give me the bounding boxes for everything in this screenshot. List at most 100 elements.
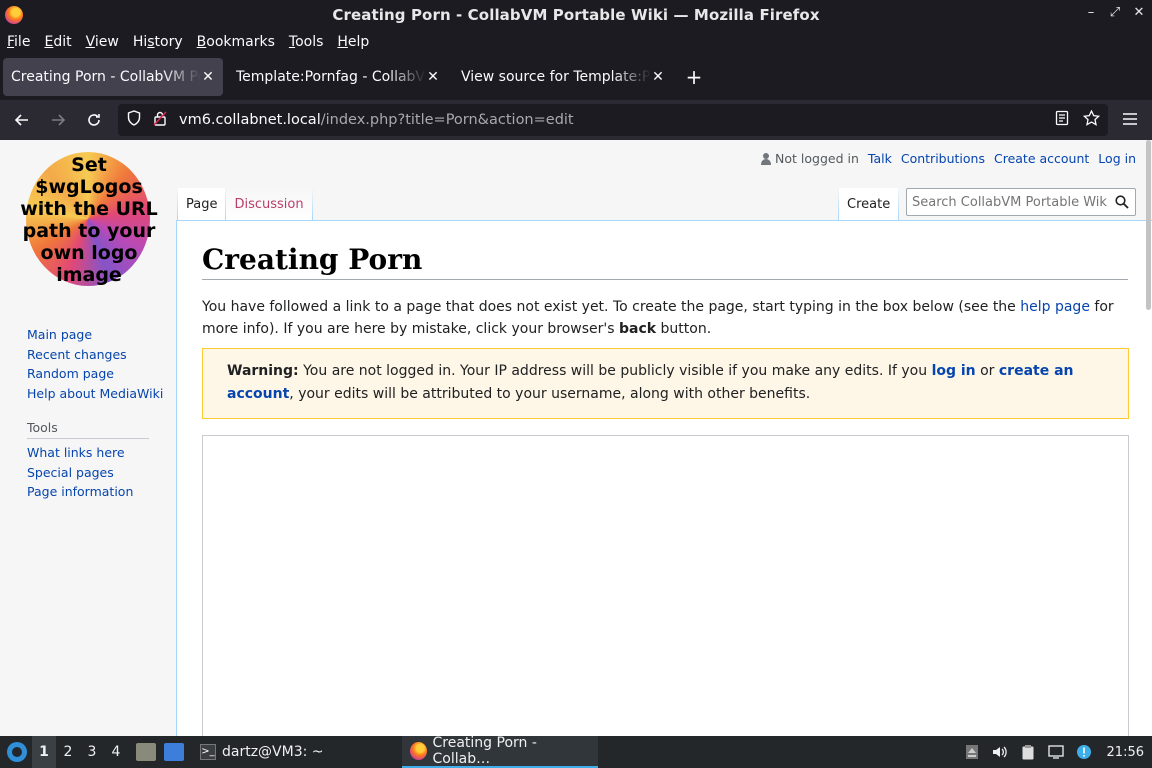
sidebar-item-what-links-here[interactable]: What links here [27, 443, 133, 463]
eject-icon[interactable] [963, 743, 981, 761]
menu-bookmarks[interactable]: Bookmarks [197, 34, 275, 50]
nav-bar: vm6.collabnet.local/index.php?title=Porn… [0, 100, 1152, 140]
task-terminal[interactable]: >_ dartz@VM3: ~ [192, 736, 332, 768]
tab-discussion[interactable]: Discussion [226, 188, 312, 220]
back-arrow-icon[interactable] [8, 106, 36, 134]
reader-view-icon[interactable] [1055, 110, 1069, 130]
reload-icon[interactable] [80, 106, 108, 134]
search-icon[interactable] [1115, 194, 1129, 209]
tab-close-icon[interactable]: ✕ [426, 69, 440, 85]
page-title: Creating Porn [202, 243, 1128, 280]
forward-arrow-icon[interactable] [44, 106, 72, 134]
tab-view-source[interactable]: View source for Template:Pornfag ✕ [453, 58, 673, 96]
taskbar: 1 2 3 4 >_ dartz@VM3: ~ Creating Porn - … [0, 735, 1152, 768]
tab-creating-porn[interactable]: Creating Porn - CollabVM Portable Wiki ✕ [3, 58, 223, 96]
sidebar-tools-heading: Tools [27, 420, 149, 439]
sidebar-item-page-information[interactable]: Page information [27, 482, 133, 502]
sidebar-item-help[interactable]: Help about MediaWiki [27, 384, 163, 404]
tab-close-icon[interactable]: ✕ [201, 69, 215, 85]
start-menu-icon [7, 742, 27, 762]
window-title: Creating Porn - CollabVM Portable Wiki —… [332, 6, 820, 24]
tab-template-pornfag[interactable]: Template:Pornfag - CollabVM Portable Wik… [228, 58, 448, 96]
new-tab-plus-icon[interactable]: + [680, 65, 708, 89]
warning-label: Warning: [227, 363, 299, 379]
workspace-4[interactable]: 4 [104, 744, 128, 760]
tab-label: Creating Porn - CollabVM Portable Wiki [11, 69, 201, 85]
workspace-2[interactable]: 2 [56, 744, 80, 760]
sidebar-item-special-pages[interactable]: Special pages [27, 463, 133, 483]
tab-separator [311, 188, 313, 220]
url-host: vm6.collabnet.local [179, 112, 321, 128]
tab-close-icon[interactable]: ✕ [651, 69, 665, 85]
search-input[interactable] [907, 189, 1107, 215]
task-label: Creating Porn - Collab… [432, 735, 537, 767]
sidebar-item-recent-changes[interactable]: Recent changes [27, 345, 163, 365]
namespace-tabs: Page Discussion [177, 188, 313, 220]
url-text[interactable]: vm6.collabnet.local/index.php?title=Porn… [179, 112, 574, 128]
close-icon[interactable]: ✕ [1132, 5, 1146, 20]
workspace-1[interactable]: 1 [32, 736, 56, 768]
tracking-shield-icon[interactable] [127, 110, 143, 130]
clipboard-icon[interactable] [1019, 743, 1037, 761]
show-desktop-icon[interactable] [164, 743, 184, 761]
wiki-content: Creating Porn You have followed a link t… [176, 220, 1152, 736]
tab-label: View source for Template:Pornfag [461, 69, 651, 85]
terminal-icon: >_ [200, 744, 216, 760]
log-in-link[interactable]: Log in [1098, 151, 1136, 166]
menu-file[interactable]: File [7, 34, 30, 50]
start-menu-button[interactable] [2, 736, 32, 768]
minimize-icon[interactable]: – [1084, 5, 1098, 20]
edit-textarea[interactable] [202, 435, 1129, 736]
wiki-search-box[interactable] [906, 188, 1136, 216]
menu-tools[interactable]: Tools [289, 34, 324, 50]
help-page-link[interactable]: help page [1020, 299, 1090, 315]
insecure-lock-icon[interactable] [153, 110, 169, 130]
url-path: /index.php?title=Porn&action=edit [320, 112, 574, 128]
network-icon[interactable] [1047, 743, 1065, 761]
system-tray: 21:56 [963, 736, 1152, 768]
logo-text: Set $wgLogos with the URL path to your o… [20, 154, 158, 286]
sidebar-navigation: Main page Recent changes Random page Hel… [27, 325, 163, 403]
workspace-3[interactable]: 3 [80, 744, 104, 760]
url-bar[interactable]: vm6.collabnet.local/index.php?title=Porn… [118, 104, 1108, 136]
firefox-icon [5, 6, 23, 24]
window-controls: – ⤢ ✕ [1084, 5, 1146, 20]
talk-link[interactable]: Talk [868, 151, 892, 166]
tab-create[interactable]: Create [839, 188, 899, 220]
menu-bar: File Edit View History Bookmarks Tools H… [0, 30, 1152, 54]
file-manager-icon[interactable] [136, 743, 156, 761]
user-icon [761, 152, 772, 165]
firefox-icon [409, 742, 427, 760]
bookmark-star-icon[interactable] [1082, 109, 1101, 130]
contributions-link[interactable]: Contributions [901, 151, 985, 166]
window-titlebar: Creating Porn - CollabVM Portable Wiki —… [0, 0, 1152, 30]
sidebar-item-main-page[interactable]: Main page [27, 325, 163, 345]
personal-tools: Not logged in Talk Contributions Create … [761, 151, 1136, 166]
tab-label: Template:Pornfag - CollabVM Portable Wik… [236, 69, 426, 85]
site-logo[interactable]: Set $wgLogos with the URL path to your o… [20, 150, 160, 290]
view-tabs: Create [838, 188, 900, 220]
warning-log-in-link[interactable]: log in [932, 363, 976, 379]
wiki-sidebar: Set $wgLogos with the URL path to your o… [0, 140, 176, 736]
create-account-link[interactable]: Create account [994, 151, 1089, 166]
task-firefox[interactable]: Creating Porn - Collab… [401, 735, 598, 768]
volume-icon[interactable] [991, 743, 1009, 761]
maximize-icon[interactable]: ⤢ [1108, 5, 1122, 20]
notification-icon[interactable] [1075, 743, 1093, 761]
sidebar-tools: What links here Special pages Page infor… [27, 443, 133, 502]
clock: 21:56 [1106, 744, 1144, 760]
tab-strip: Creating Porn - CollabVM Portable Wiki ✕… [0, 54, 1152, 100]
tab-page[interactable]: Page [178, 188, 226, 220]
menu-history[interactable]: History [133, 34, 183, 50]
intro-text: You have followed a link to a page that … [202, 299, 1114, 337]
menu-help[interactable]: Help [337, 34, 369, 50]
task-label: dartz@VM3: ~ [222, 744, 324, 760]
not-logged-in-label: Not logged in [775, 151, 859, 166]
menu-view[interactable]: View [86, 34, 119, 50]
page-viewport: Set $wgLogos with the URL path to your o… [0, 140, 1152, 736]
page-scrollbar[interactable] [1146, 140, 1151, 310]
menu-edit[interactable]: Edit [44, 34, 71, 50]
tab-separator [898, 188, 900, 220]
app-menu-hamburger-icon[interactable] [1122, 110, 1138, 131]
sidebar-item-random-page[interactable]: Random page [27, 364, 163, 384]
